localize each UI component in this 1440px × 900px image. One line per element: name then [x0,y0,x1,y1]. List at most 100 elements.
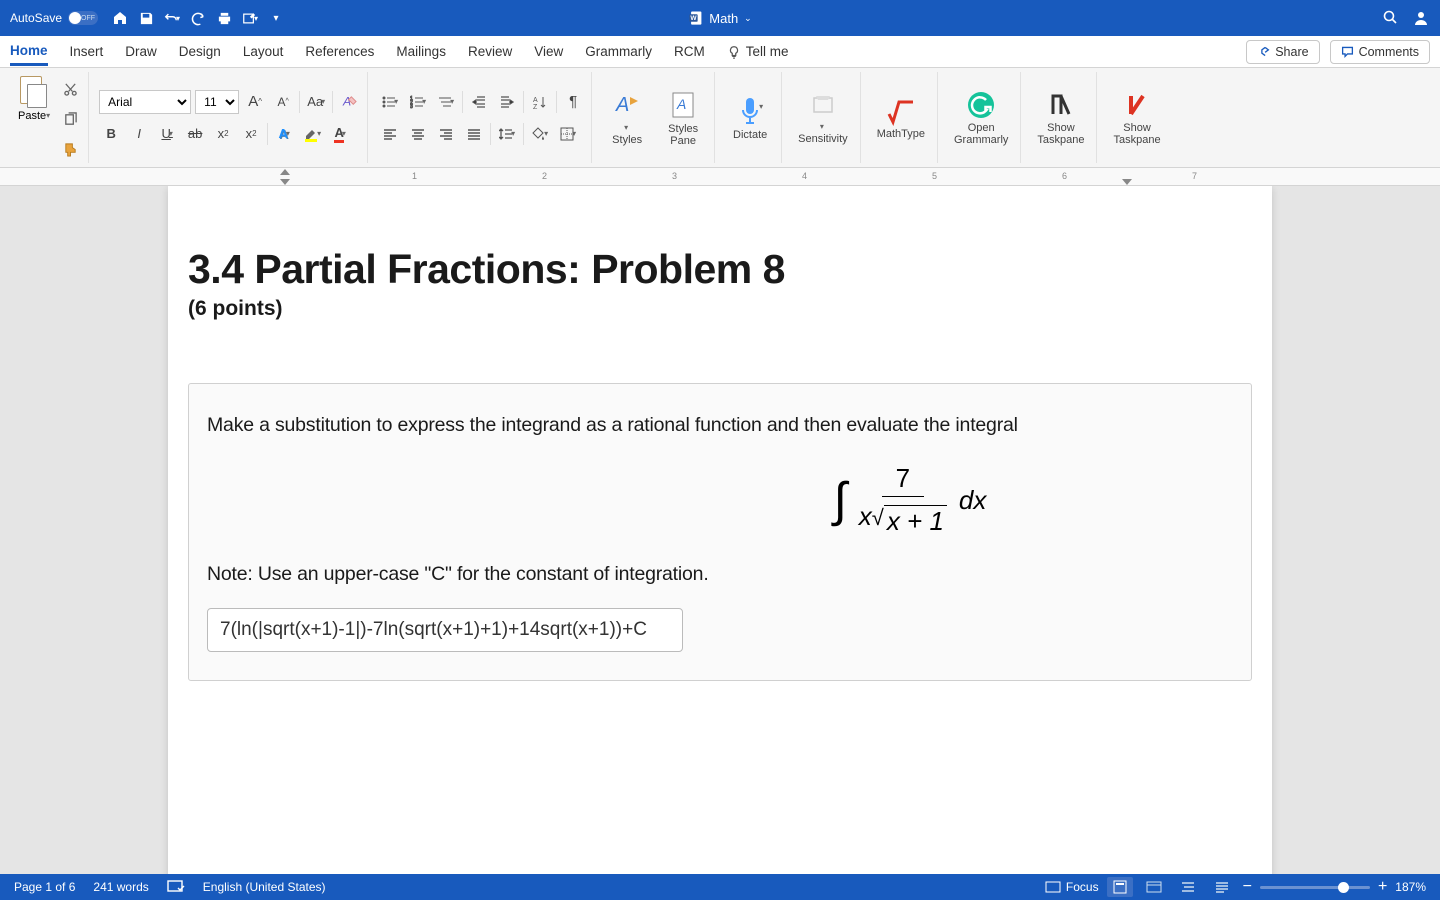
strike-icon[interactable]: ab [183,122,207,146]
italic-icon[interactable]: I [127,122,151,146]
web-layout-view-icon[interactable] [1141,877,1167,897]
right-indent-marker[interactable] [1122,179,1132,185]
tell-me[interactable]: Tell me [727,39,789,64]
tab-insert[interactable]: Insert [70,39,104,64]
zoom-slider[interactable] [1260,886,1370,889]
text-effects-icon[interactable]: A▾ [272,122,296,146]
dictate-button[interactable]: ▾ Dictate [725,90,775,145]
paste-icon[interactable] [20,76,48,108]
mathtype-button[interactable]: MathType [871,92,931,144]
page-indicator[interactable]: Page 1 of 6 [14,880,75,894]
integral-sign: ∫ [834,473,847,528]
tab-references[interactable]: References [305,39,374,64]
zoom-level[interactable]: 187% [1395,880,1426,894]
font-size-select[interactable]: 11 [195,90,239,114]
shading-icon[interactable]: ▾ [528,122,552,146]
styles-pane-button[interactable]: A Styles Pane [658,85,708,151]
cut-icon[interactable] [58,78,82,102]
outdent-icon[interactable] [467,90,491,114]
chevron-down-icon[interactable]: ⌄ [744,13,752,24]
document-title[interactable]: W Math ⌄ [688,10,751,26]
highlight-icon[interactable]: ▾ [300,122,324,146]
multilevel-icon[interactable]: ▾ [434,90,458,114]
tab-grammarly[interactable]: Grammarly [585,39,652,64]
answer-field[interactable]: 7(ln(|sqrt(x+1)-1|)-7ln(sqrt(x+1)+1)+14s… [207,608,683,652]
superscript-icon[interactable]: x2 [239,122,263,146]
numbering-icon[interactable]: 123▾ [406,90,430,114]
show-taskpane2-button[interactable]: Show Taskpane [1107,86,1166,150]
align-center-icon[interactable] [406,122,430,146]
autosave-toggle[interactable]: AutoSave OFF [10,11,98,25]
underline-icon[interactable]: U▾ [155,122,179,146]
sensitivity-label: Sensitivity [798,133,848,145]
tab-view[interactable]: View [534,39,563,64]
hanging-indent-marker[interactable] [280,179,290,185]
home-icon[interactable] [112,10,128,26]
paragraph-group: ▾ 123▾ ▾ AZ ¶ ▾ ▾ ▾ [372,72,592,163]
align-left-icon[interactable] [378,122,402,146]
outline-view-icon[interactable] [1175,877,1201,897]
clear-format-icon[interactable]: A [337,90,361,114]
tab-mailings[interactable]: Mailings [396,39,446,64]
comments-button[interactable]: Comments [1330,40,1430,64]
subscript-icon[interactable]: x2 [211,122,235,146]
grammarly-button[interactable]: Open Grammarly [948,86,1014,150]
zoom-out-button[interactable]: − [1243,878,1252,896]
save-icon[interactable] [138,10,154,26]
print-layout-view-icon[interactable] [1107,877,1133,897]
clipboard-group: Paste▾ [8,72,89,163]
copy-icon[interactable] [58,108,82,132]
change-case-icon[interactable]: Aa▾ [304,90,328,114]
bold-icon[interactable]: B [99,122,123,146]
focus-button[interactable]: Focus [1045,880,1099,894]
grammarly-group: Open Grammarly [942,72,1021,163]
undo-icon[interactable]: ▾ [164,10,180,26]
quick-edit-icon[interactable]: ▾ [242,10,258,26]
problem-instruction: Make a substitution to express the integ… [207,414,1233,437]
document-area[interactable]: 3.4 Partial Fractions: Problem 8 (6 poin… [0,186,1440,874]
document-page[interactable]: 3.4 Partial Fractions: Problem 8 (6 poin… [168,186,1272,874]
first-line-indent-marker[interactable] [280,169,290,175]
indent-icon[interactable] [495,90,519,114]
line-spacing-icon[interactable]: ▾ [495,122,519,146]
bullets-icon[interactable]: ▾ [378,90,402,114]
svg-text:A: A [615,94,629,116]
qat-more-icon[interactable]: ▾ [268,10,284,26]
tab-draw[interactable]: Draw [125,39,157,64]
redo-icon[interactable] [190,10,206,26]
language-indicator[interactable]: English (United States) [203,880,326,894]
font-name-select[interactable]: Arial [99,90,191,114]
justify-icon[interactable] [462,122,486,146]
svg-text:3: 3 [410,104,413,109]
styles-button[interactable]: A ▾ Styles [602,85,652,150]
format-painter-icon[interactable] [58,138,82,162]
mathtype-label: MathType [877,128,925,140]
tab-home[interactable]: Home [10,38,48,66]
tab-rcm[interactable]: RCM [674,39,705,64]
show-marks-icon[interactable]: ¶ [561,90,585,114]
borders-icon[interactable]: ▾ [556,122,580,146]
ribbon: Paste▾ Arial 11 A^ A^ Aa▾ A B I U▾ ab x2 [0,68,1440,168]
print-icon[interactable] [216,10,232,26]
align-right-icon[interactable] [434,122,458,146]
bulb-icon [727,45,741,59]
share-button[interactable]: Share [1246,40,1319,64]
zoom-thumb[interactable] [1338,882,1349,893]
draft-view-icon[interactable] [1209,877,1235,897]
tab-design[interactable]: Design [179,39,221,64]
tab-review[interactable]: Review [468,39,512,64]
zoom-in-button[interactable]: + [1378,878,1387,896]
show-taskpane-button[interactable]: Show Taskpane [1031,86,1090,150]
sort-icon[interactable]: AZ [528,90,552,114]
tab-layout[interactable]: Layout [243,39,284,64]
spellcheck-icon[interactable] [167,880,185,894]
search-icon[interactable] [1382,9,1398,27]
shrink-font-icon[interactable]: A^ [271,90,295,114]
grow-font-icon[interactable]: A^ [243,90,267,114]
account-icon[interactable] [1412,9,1430,27]
horizontal-ruler[interactable]: 1 2 3 4 5 6 7 [0,168,1440,186]
word-count[interactable]: 241 words [93,880,148,894]
font-color-icon[interactable]: A▾ [328,122,352,146]
paste-label[interactable]: Paste [18,110,46,122]
toggle-switch[interactable]: OFF [68,11,98,25]
